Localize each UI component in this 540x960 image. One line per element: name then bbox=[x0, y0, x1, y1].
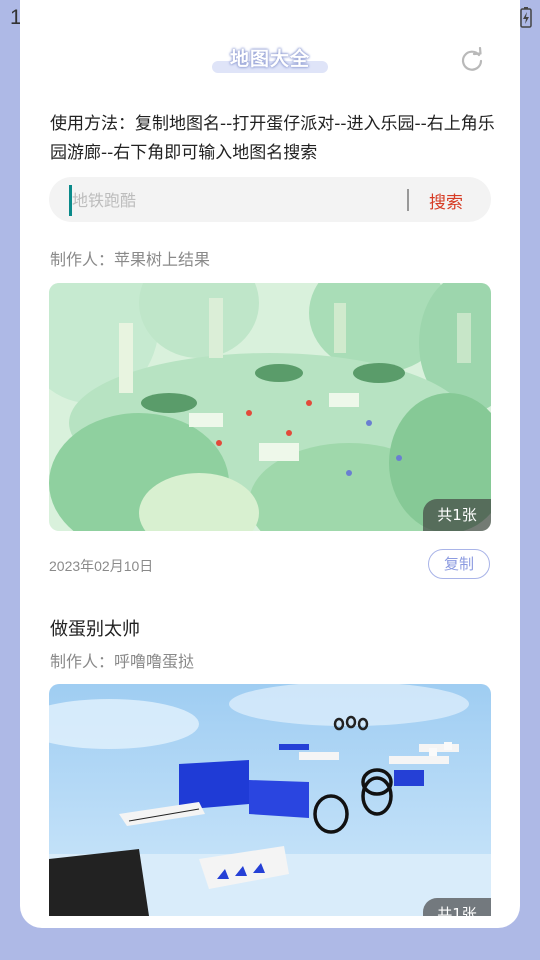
search-divider bbox=[407, 189, 409, 211]
map-preview-image bbox=[49, 283, 491, 531]
usage-instructions: 使用方法：复制地图名--打开蛋仔派对--进入乐园--右上角乐园游廊--右下角即可… bbox=[50, 114, 495, 163]
copy-button[interactable]: 复制 bbox=[428, 549, 490, 579]
main-card: 地图大全 使用方法：复制地图名--打开蛋仔派对--进入乐园--右上角乐园游廊--… bbox=[20, 0, 520, 928]
map-thumbnail[interactable]: 共1张 bbox=[49, 684, 491, 916]
search-bar: 搜索 bbox=[49, 177, 491, 222]
refresh-icon[interactable] bbox=[458, 46, 486, 75]
map-title: 做蛋别太帅 bbox=[50, 619, 140, 640]
post-author: 制作人：苹果树上结果 bbox=[50, 250, 211, 269]
post-author: 制作人：呼噜噜蛋挞 bbox=[50, 652, 195, 671]
image-count-badge: 共1张 bbox=[423, 898, 491, 916]
battery-charging-icon bbox=[520, 6, 532, 32]
page-title: 地图大全 bbox=[229, 48, 310, 70]
post-date: 2023年02月10日 bbox=[49, 558, 154, 574]
image-count-badge: 共1张 bbox=[423, 499, 491, 531]
search-input[interactable] bbox=[69, 185, 384, 216]
map-thumbnail[interactable]: 共1张 bbox=[49, 283, 491, 531]
map-preview-image bbox=[49, 684, 491, 916]
search-button[interactable]: 搜索 bbox=[429, 188, 463, 213]
header: 地图大全 bbox=[20, 44, 520, 73]
